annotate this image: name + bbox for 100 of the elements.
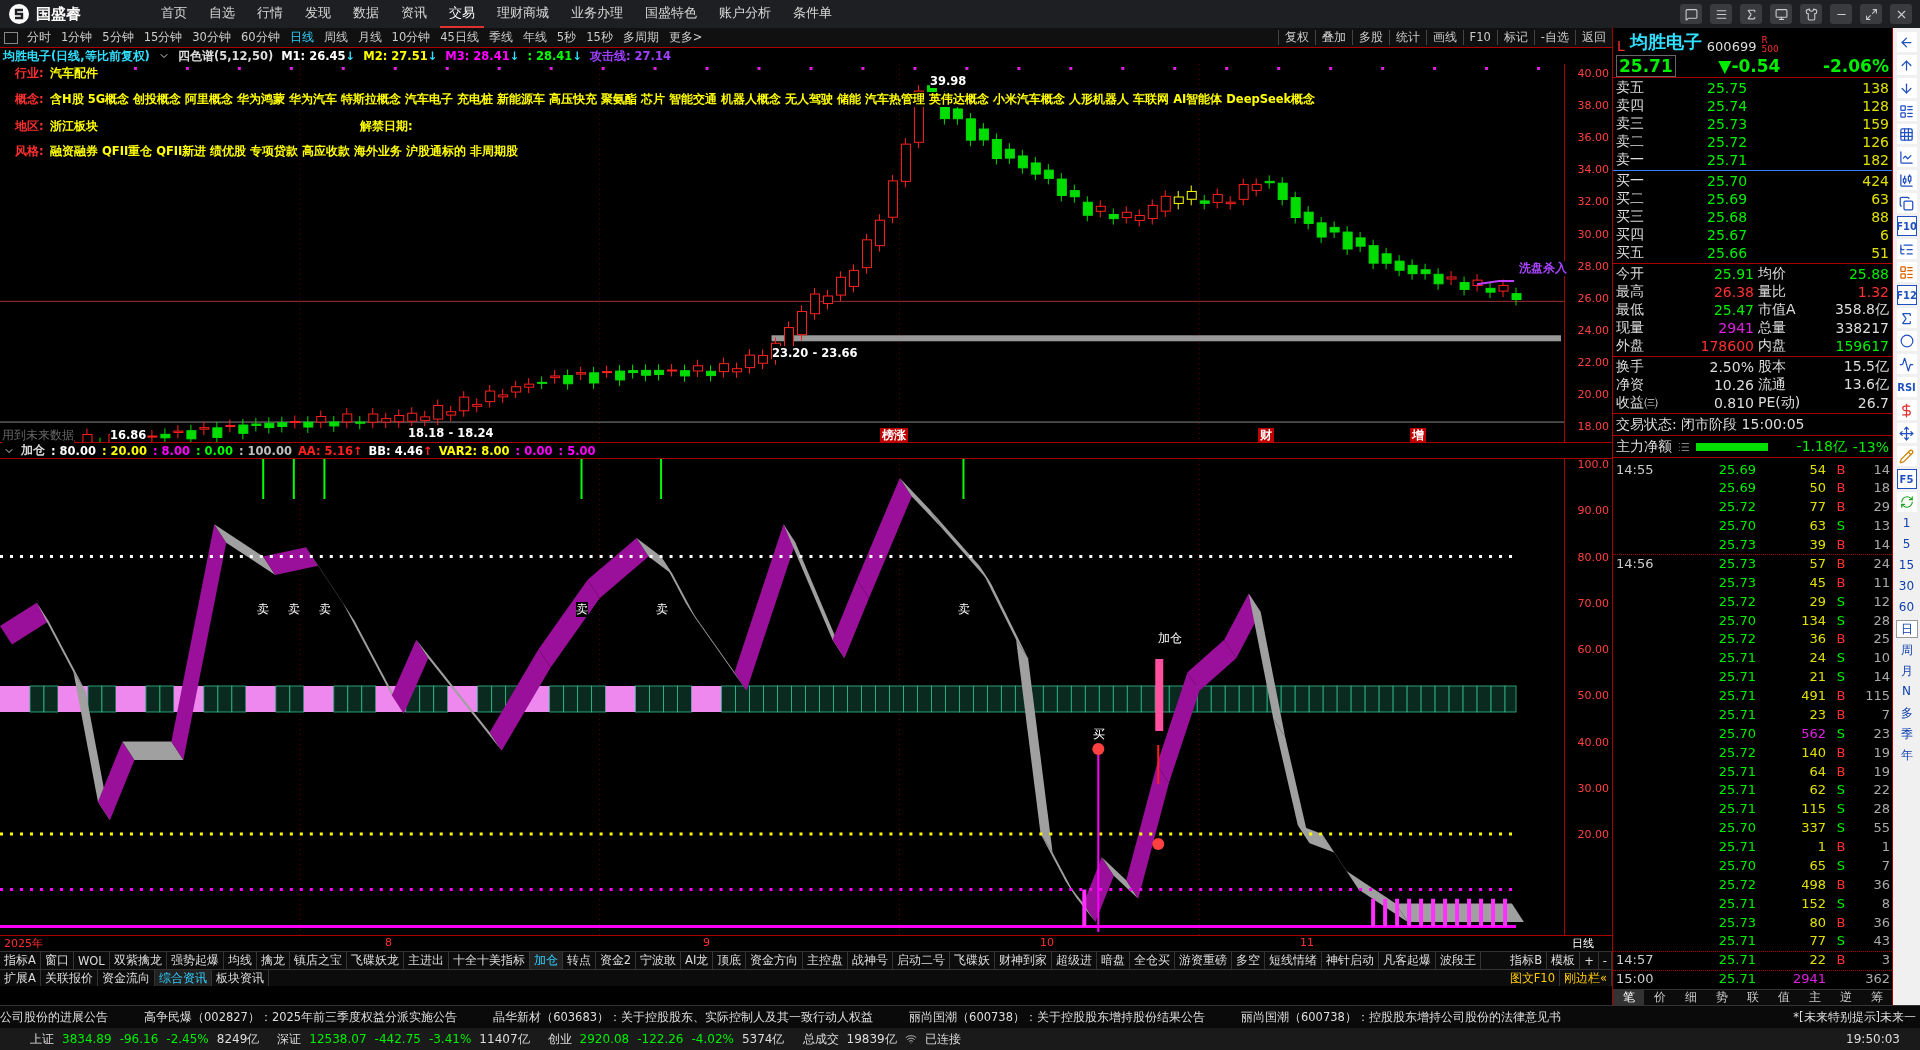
- event-marker: 增: [1410, 428, 1426, 443]
- period-tab[interactable]: 1分钟: [56, 30, 98, 45]
- detail-tab[interactable]: 价: [1644, 990, 1675, 1005]
- function-icon[interactable]: [1896, 308, 1917, 328]
- news-headline[interactable]: 公司股份的进展公告: [0, 1009, 108, 1025]
- period-tab[interactable]: 年线: [517, 30, 552, 45]
- copy-icon[interactable]: [1896, 193, 1917, 213]
- period-tab[interactable]: 多周期: [617, 30, 664, 45]
- menu-item[interactable]: 账户分析: [710, 0, 780, 28]
- code-button[interactable]: F5: [1896, 469, 1917, 489]
- period-button[interactable]: 15: [1895, 557, 1918, 575]
- message-icon[interactable]: [1680, 4, 1702, 24]
- info-tab[interactable]: 综合资讯: [154, 970, 212, 986]
- info-tab[interactable]: 板块资讯: [211, 970, 269, 986]
- detail-tab[interactable]: 值: [1768, 990, 1799, 1005]
- detail-tab[interactable]: 逆: [1830, 990, 1861, 1005]
- wave-icon[interactable]: [1896, 354, 1917, 374]
- menu-item[interactable]: 首页: [152, 0, 196, 28]
- menu-item[interactable]: 数据: [344, 0, 388, 28]
- period-button[interactable]: 5: [1895, 536, 1918, 554]
- tab-control[interactable]: 图文F10: [1505, 970, 1560, 986]
- toolbar-button[interactable]: -自选: [1533, 30, 1575, 45]
- dollar-icon[interactable]: [1896, 400, 1917, 420]
- shirt-icon[interactable]: [1800, 4, 1822, 24]
- period-tab[interactable]: 月线: [352, 30, 387, 45]
- list-icon[interactable]: [1896, 101, 1917, 121]
- toolbar-button[interactable]: 标记: [1496, 30, 1534, 45]
- list-icon[interactable]: [1678, 440, 1690, 453]
- menu-icon[interactable]: [1710, 4, 1732, 24]
- menu-item[interactable]: 资讯: [392, 0, 436, 28]
- period-tab[interactable]: 15分钟: [138, 30, 188, 45]
- panel-toggle-icon[interactable]: [4, 31, 18, 44]
- document-icon[interactable]: [1896, 262, 1917, 282]
- tick-price: 25.70: [1717, 725, 1756, 741]
- detail-tab[interactable]: 细: [1675, 990, 1706, 1005]
- close-icon[interactable]: [1890, 4, 1912, 24]
- menu-item[interactable]: 业务办理: [562, 0, 632, 28]
- period-button[interactable]: 季: [1895, 725, 1918, 743]
- news-headline[interactable]: 高争民爆（002827）：2025年前三季度权益分派实施公告: [144, 1009, 458, 1025]
- period-button[interactable]: 月: [1895, 662, 1918, 680]
- tree-icon[interactable]: [1896, 239, 1917, 259]
- toolbar-button[interactable]: 叠加: [1314, 30, 1352, 45]
- period-button[interactable]: 多: [1895, 704, 1918, 722]
- detail-tab[interactable]: 筹: [1861, 990, 1892, 1005]
- period-button[interactable]: 周: [1895, 641, 1918, 659]
- move-icon[interactable]: [1896, 423, 1917, 443]
- tab-control[interactable]: 刚边栏«: [1559, 970, 1612, 986]
- period-tab[interactable]: 分时: [22, 30, 56, 45]
- period-button[interactable]: 1: [1895, 515, 1918, 533]
- period-tab[interactable]: 5秒: [551, 30, 582, 45]
- detail-tab[interactable]: 势: [1706, 990, 1737, 1005]
- candlestick-icon[interactable]: [1896, 170, 1917, 190]
- period-tab[interactable]: 5分钟: [97, 30, 139, 45]
- period-button[interactable]: N: [1895, 683, 1918, 701]
- info-tab[interactable]: 关联报价: [40, 970, 98, 986]
- menu-item[interactable]: 行情: [248, 0, 292, 28]
- rsi-button[interactable]: RSI: [1896, 377, 1917, 397]
- toolbar-button[interactable]: 统计: [1388, 30, 1426, 45]
- toolbar-button[interactable]: 复权: [1277, 30, 1315, 45]
- toolbar-button[interactable]: 多股: [1351, 30, 1389, 45]
- detail-tab[interactable]: 联: [1737, 990, 1768, 1005]
- period-button[interactable]: 日: [1895, 620, 1918, 638]
- indicator-tab[interactable]: 加仓: [529, 952, 563, 969]
- period-button[interactable]: 30: [1895, 578, 1918, 596]
- grid-icon[interactable]: [1896, 124, 1917, 144]
- toolbar-button[interactable]: 返回: [1575, 30, 1612, 45]
- news-headline[interactable]: 晶华新材（603683）：关于控股股东、实际控制人及其一致行动人权益: [493, 1009, 874, 1025]
- news-headline[interactable]: 丽尚国潮（600738）：控股股东增持公司股份的法律意见书: [1241, 1009, 1561, 1025]
- menu-item[interactable]: 条件单: [784, 0, 841, 28]
- period-tab[interactable]: 周线: [318, 30, 353, 45]
- menu-item[interactable]: 自选: [200, 0, 244, 28]
- toolbar-button[interactable]: 画线: [1425, 30, 1463, 45]
- menu-item[interactable]: 理财商城: [488, 0, 558, 28]
- info-tab[interactable]: 扩展A: [0, 970, 41, 986]
- detail-tab[interactable]: 笔: [1613, 990, 1644, 1005]
- period-tab[interactable]: 10分钟: [386, 30, 436, 45]
- maximize-icon[interactable]: [1860, 4, 1882, 24]
- info-tab[interactable]: 资金流向: [97, 970, 155, 986]
- period-tab[interactable]: 30分钟: [187, 30, 236, 45]
- refresh-icon[interactable]: [1896, 492, 1917, 512]
- period-button[interactable]: 年: [1895, 746, 1918, 764]
- toolbar-button[interactable]: F10: [1462, 30, 1497, 45]
- menu-item[interactable]: 国盛特色: [636, 0, 706, 28]
- detail-tab[interactable]: 主: [1799, 990, 1830, 1005]
- period-tab[interactable]: 45日线: [435, 30, 484, 45]
- tick-side: S: [1835, 801, 1847, 817]
- menu-item[interactable]: 发现: [296, 0, 340, 28]
- period-tab[interactable]: 更多>: [663, 30, 708, 45]
- news-headline[interactable]: 丽尚国潮（600738）：关于控股股东增持股份结果公告: [909, 1009, 1205, 1025]
- order-level: 买一: [1616, 172, 1645, 190]
- sigma-icon[interactable]: [1740, 4, 1762, 24]
- stat-label: 股本: [1757, 358, 1787, 376]
- period-tab[interactable]: 15秒: [581, 30, 618, 45]
- period-tab[interactable]: 60分钟: [235, 30, 285, 45]
- period-tab[interactable]: 日线: [284, 30, 319, 45]
- period-tab[interactable]: 季线: [483, 30, 518, 45]
- period-button[interactable]: 60: [1895, 599, 1918, 617]
- monitor-icon[interactable]: [1770, 4, 1792, 24]
- news-alert[interactable]: *[未来特别提示]未来一: [1793, 1009, 1920, 1025]
- line-chart-icon[interactable]: [1896, 147, 1917, 167]
